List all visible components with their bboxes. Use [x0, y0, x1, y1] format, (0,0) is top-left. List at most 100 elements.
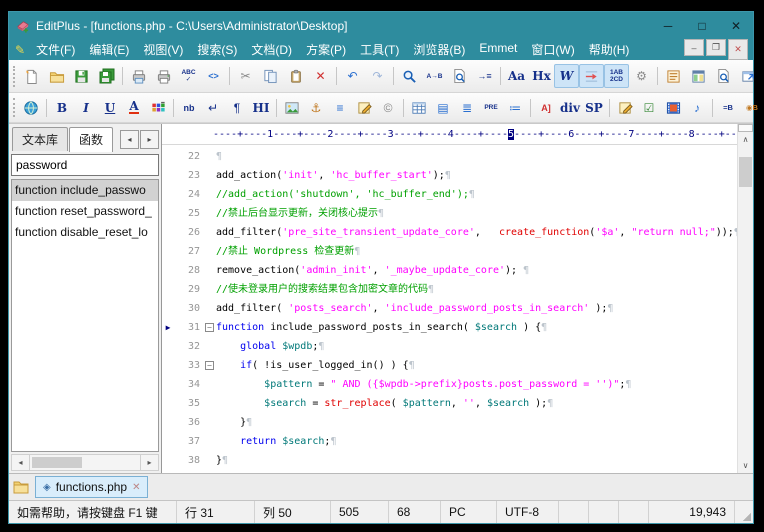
line-number-icon[interactable]: 1AB 2CD — [604, 64, 629, 88]
menu-browser[interactable]: 浏览器(B) — [406, 40, 472, 59]
find-icon[interactable] — [397, 64, 422, 88]
code-line[interactable]: 27//禁止 Wordpress 检查更新¶ — [162, 242, 738, 261]
change-case-icon[interactable]: Aa — [504, 64, 529, 88]
checkbox-icon[interactable]: ☑ — [637, 97, 661, 119]
replace-icon[interactable]: A→B — [422, 64, 447, 88]
function-search-input[interactable] — [11, 154, 159, 176]
code-line[interactable]: 38}¶ — [162, 451, 738, 470]
close-button[interactable]: ✕ — [719, 12, 753, 39]
form-icon[interactable] — [613, 97, 637, 119]
code-line[interactable]: 35 $search = str_replace( $pattern, '', … — [162, 394, 738, 413]
scroll-left-icon[interactable]: ◂ — [11, 454, 30, 471]
image-icon[interactable] — [280, 97, 304, 119]
toolbar-grip[interactable] — [13, 66, 15, 87]
list-tag-icon[interactable]: ≔ — [503, 97, 527, 119]
new-document-icon[interactable] — [19, 64, 44, 88]
code-line[interactable]: 22¶ — [162, 147, 738, 166]
output-window-icon[interactable] — [711, 64, 736, 88]
scroll-down-icon[interactable]: ∨ — [738, 458, 753, 473]
code-line[interactable]: 34 $pattern = " AND ({$wpdb->prefix}post… — [162, 375, 738, 394]
menu-window[interactable]: 窗口(W) — [524, 40, 581, 59]
menu-search[interactable]: 搜索(S) — [190, 40, 244, 59]
scroll-up-icon[interactable]: ∧ — [738, 132, 753, 147]
indent-guide-icon[interactable] — [579, 64, 604, 88]
line-break-icon[interactable]: ↵ — [201, 97, 225, 119]
code-line[interactable]: 36 }¶ — [162, 413, 738, 432]
multimedia-icon[interactable] — [661, 97, 685, 119]
sidebar-tab-functions[interactable]: 函数 — [69, 127, 113, 152]
preferences-icon[interactable]: ⚙ — [629, 64, 654, 88]
open-file-icon[interactable] — [44, 64, 69, 88]
code-line[interactable]: 33– if( !is_user_logged_in() ) {¶ — [162, 356, 738, 375]
font-color-icon[interactable]: A — [122, 97, 146, 119]
underline-icon[interactable]: U — [98, 97, 122, 119]
heading-icon[interactable]: HI — [249, 97, 273, 119]
code-line[interactable]: 30add_filter( 'posts_search', 'include_p… — [162, 299, 738, 318]
cliptext-panel-icon[interactable] — [661, 64, 686, 88]
vscroll-thumb[interactable] — [739, 157, 752, 187]
document-tab-functions-php[interactable]: ◈ functions.php ✕ — [35, 476, 148, 498]
directory-icon[interactable] — [13, 480, 29, 494]
menu-project[interactable]: 方案(P) — [299, 40, 353, 59]
function-list-item[interactable]: function reset_password_ — [12, 201, 158, 222]
print-preview-icon[interactable] — [126, 64, 151, 88]
split-handle[interactable] — [738, 124, 753, 132]
color-palette-icon[interactable] — [146, 97, 170, 119]
undo-icon[interactable]: ↶ — [340, 64, 365, 88]
div-tag-icon[interactable]: div — [558, 97, 582, 119]
copy-icon[interactable] — [258, 64, 283, 88]
menu-document[interactable]: 文档(D) — [244, 40, 299, 59]
code-line[interactable]: 29//使未登录用户的搜索结果包含加密文章的代码¶ — [162, 280, 738, 299]
bold-icon[interactable]: B — [50, 97, 74, 119]
textarea-icon[interactable]: ▤ — [431, 97, 455, 119]
function-list-item[interactable]: function include_passwo — [12, 180, 158, 201]
save-all-icon[interactable] — [94, 64, 119, 88]
menu-view[interactable]: 视图(V) — [136, 40, 190, 59]
spell-check-icon[interactable]: ABC ✓ — [176, 64, 201, 88]
tab-close-icon[interactable]: ✕ — [132, 482, 140, 493]
menu-file[interactable]: 文件(F) — [29, 40, 82, 59]
find-in-files-icon[interactable] — [447, 64, 472, 88]
mdi-restore-button[interactable]: ❐ — [706, 39, 726, 56]
hscroll-thumb[interactable] — [32, 457, 82, 468]
menu-emmet[interactable]: Emmet — [472, 40, 524, 59]
span-tag-icon[interactable]: SP — [582, 97, 606, 119]
font-tag-icon[interactable]: A] — [534, 97, 558, 119]
maximize-button[interactable]: □ — [685, 12, 719, 39]
save-icon[interactable] — [69, 64, 94, 88]
radio-button-icon[interactable]: ◉B — [740, 97, 764, 119]
html-tag-icon[interactable]: <> — [201, 64, 226, 88]
menu-edit[interactable]: 编辑(E) — [82, 40, 136, 59]
document-selector-icon[interactable] — [686, 64, 711, 88]
code-line[interactable]: 28remove_action('admin_init', '_maybe_up… — [162, 261, 738, 280]
code-area[interactable]: 22¶23add_action('init', 'hc_buffer_start… — [162, 145, 738, 473]
redo-icon[interactable]: ↷ — [365, 64, 390, 88]
browser-window-icon[interactable] — [736, 64, 761, 88]
code-line[interactable]: 24//add_action('shutdown', 'hc_buffer_en… — [162, 185, 738, 204]
resize-grip[interactable] — [735, 501, 753, 523]
tab-scroll-left-icon[interactable]: ◂ — [120, 130, 139, 149]
mdi-minimize-button[interactable]: – — [684, 39, 704, 56]
code-line[interactable]: ▶31–function include_password_posts_in_s… — [162, 318, 738, 337]
menu-tools[interactable]: 工具(T) — [353, 40, 406, 59]
horizontal-rule-icon[interactable]: ≡ — [328, 97, 352, 119]
delete-icon[interactable]: ✕ — [308, 64, 333, 88]
cut-icon[interactable]: ✂ — [233, 64, 258, 88]
mdi-close-button[interactable]: ✕ — [728, 39, 748, 60]
code-line[interactable]: 25//禁止后台显示更新，关闭核心提示¶ — [162, 204, 738, 223]
minimize-button[interactable]: ─ — [651, 12, 685, 39]
function-list-item[interactable]: function disable_reset_lo — [12, 222, 158, 243]
code-editor[interactable]: ----+----1----+----2----+----3----+----4… — [162, 124, 753, 473]
print-icon[interactable] — [151, 64, 176, 88]
fold-collapse-icon[interactable]: – — [205, 323, 214, 332]
code-line[interactable]: 32 global $wpdb;¶ — [162, 337, 738, 356]
sidebar-tab-cliptext[interactable]: 文本库 — [12, 127, 68, 151]
code-line[interactable]: 37 return $search;¶ — [162, 432, 738, 451]
scroll-right-icon[interactable]: ▸ — [140, 454, 159, 471]
italic-icon[interactable]: I — [74, 97, 98, 119]
fold-collapse-icon[interactable]: – — [205, 361, 214, 370]
copyright-icon[interactable]: © — [376, 97, 400, 119]
sound-icon[interactable]: ♪ — [685, 97, 709, 119]
align-center-icon[interactable]: ≣ — [455, 97, 479, 119]
code-line[interactable]: 23add_action('init', 'hc_buffer_start');… — [162, 166, 738, 185]
